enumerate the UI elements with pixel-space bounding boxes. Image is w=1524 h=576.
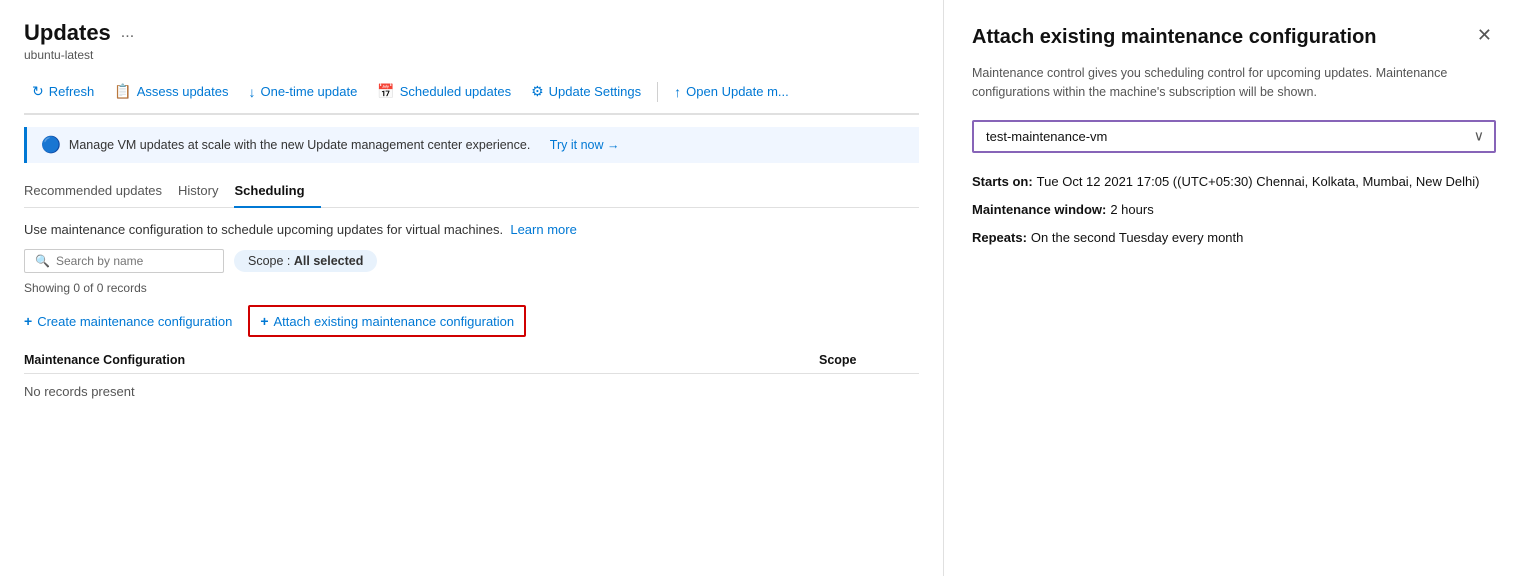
actions-row: + Create maintenance configuration + Att… [24,305,919,337]
starts-on-row: Starts on: Tue Oct 12 2021 17:05 ((UTC+0… [972,169,1496,195]
page-title: Updates [24,20,111,46]
refresh-icon: ↻ [32,83,44,100]
panel-title: Attach existing maintenance configuratio… [972,24,1377,50]
scheduling-description: Use maintenance configuration to schedul… [24,222,919,237]
scope-filter-button[interactable]: Scope : All selected [234,250,377,272]
plus-icon-attach: + [260,313,268,329]
search-icon: 🔍 [35,254,50,268]
records-count: Showing 0 of 0 records [24,281,919,295]
maintenance-config-dropdown[interactable]: test-maintenance-vm [972,120,1496,153]
plus-icon-create: + [24,313,32,329]
toolbar-divider [657,82,658,102]
scope-value: All selected [294,254,363,268]
assess-icon: 📋 [114,83,131,100]
tab-recommended[interactable]: Recommended updates [24,175,178,208]
attach-maintenance-button[interactable]: + Attach existing maintenance configurat… [248,305,526,337]
repeats-label: Repeats: [972,225,1027,251]
col-header-scope: Scope [819,353,919,367]
col-header-config: Maintenance Configuration [24,353,819,367]
right-panel: Attach existing maintenance configuratio… [944,0,1524,576]
calendar-icon: 📅 [377,83,394,100]
starts-on-label: Starts on: [972,169,1033,195]
repeats-value: On the second Tuesday every month [1031,225,1243,251]
maintenance-details: Starts on: Tue Oct 12 2021 17:05 ((UTC+0… [972,169,1496,251]
tab-scheduling[interactable]: Scheduling [234,175,320,208]
starts-on-value: Tue Oct 12 2021 17:05 ((UTC+05:30) Chenn… [1037,169,1480,195]
repeats-row: Repeats: On the second Tuesday every mon… [972,225,1496,251]
banner-text: Manage VM updates at scale with the new … [69,138,530,152]
gear-icon: ⚙ [531,83,544,100]
toolbar: ↻ Refresh 📋 Assess updates ↓ One-time up… [24,78,919,115]
filter-row: 🔍 Scope : All selected [24,249,919,273]
search-box[interactable]: 🔍 [24,249,224,273]
assess-updates-button[interactable]: 📋 Assess updates [106,78,236,105]
table-header: Maintenance Configuration Scope [24,347,919,374]
page-subtitle: ubuntu-latest [24,48,919,62]
learn-more-link[interactable]: Learn more [510,222,576,237]
arrow-up-icon: ↑ [674,84,681,100]
panel-header: Attach existing maintenance configuratio… [972,24,1496,50]
tab-history[interactable]: History [178,175,234,208]
window-value: 2 hours [1110,197,1153,223]
open-update-button[interactable]: ↑ Open Update m... [666,79,797,105]
page-title-ellipsis[interactable]: ... [121,24,134,42]
search-input[interactable] [56,254,213,268]
window-row: Maintenance window: 2 hours [972,197,1496,223]
refresh-button[interactable]: ↻ Refresh [24,78,102,105]
close-panel-button[interactable]: ✕ [1473,24,1496,46]
onetime-update-button[interactable]: ↓ One-time update [240,79,365,105]
download-icon: ↓ [248,84,255,100]
update-settings-button[interactable]: ⚙ Update Settings [523,78,649,105]
info-banner: 🔵 Manage VM updates at scale with the ne… [24,127,919,163]
scheduled-updates-button[interactable]: 📅 Scheduled updates [369,78,519,105]
info-icon: 🔵 [41,135,61,155]
no-records-message: No records present [24,374,919,409]
banner-link[interactable]: Try it now → [550,138,620,152]
create-maintenance-button[interactable]: + Create maintenance configuration [24,309,232,333]
window-label: Maintenance window: [972,197,1106,223]
tabs-row: Recommended updates History Scheduling [24,175,919,208]
dropdown-wrapper[interactable]: test-maintenance-vm ∨ [972,120,1496,153]
left-panel: Updates ... ubuntu-latest ↻ Refresh 📋 As… [0,0,944,576]
panel-description: Maintenance control gives you scheduling… [972,64,1496,102]
